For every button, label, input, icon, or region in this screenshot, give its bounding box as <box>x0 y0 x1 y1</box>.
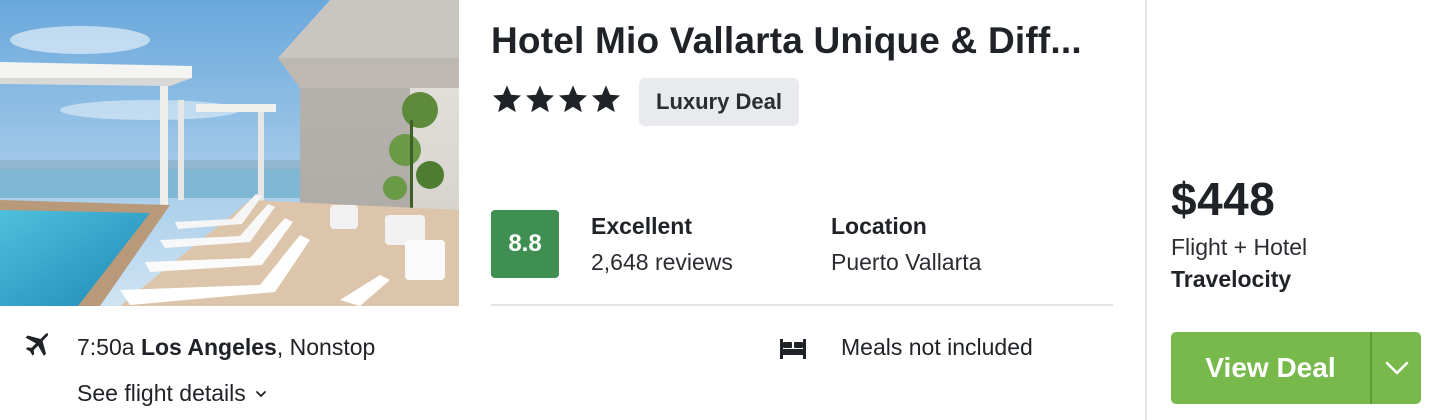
location-label: Location <box>831 213 927 239</box>
review-score-badge: 8.8 <box>491 210 559 278</box>
plane-icon <box>25 332 49 356</box>
flight-summary: 7:50a Los Angeles, Nonstop <box>77 334 375 361</box>
see-flight-details-link[interactable]: See flight details <box>77 380 268 407</box>
view-deal-button[interactable]: View Deal <box>1171 332 1370 404</box>
star-icon <box>526 85 554 113</box>
hotel-photo[interactable] <box>0 0 459 306</box>
provider-name: Travelocity <box>1171 266 1292 292</box>
star-icon <box>559 85 587 113</box>
flight-origin: Los Angeles <box>140 334 277 360</box>
meals-info: Meals not included <box>841 334 1033 360</box>
rating-label: Excellent <box>591 213 692 239</box>
location-value: Puerto Vallarta <box>831 249 982 275</box>
column-divider <box>1145 0 1147 420</box>
chevron-down-icon <box>255 390 266 397</box>
review-count[interactable]: 2,648 reviews <box>591 249 733 276</box>
chevron-down-icon <box>1385 361 1408 375</box>
divider <box>491 304 1113 306</box>
flight-details-label: See flight details <box>77 380 246 406</box>
package-type: Flight + Hotel <box>1171 234 1308 260</box>
hotel-deal-card: Hotel Mio Vallarta Unique & Diff... Luxu… <box>0 0 1440 420</box>
view-deal-button-group: View Deal <box>1171 332 1421 404</box>
bed-icon <box>780 339 806 359</box>
hotel-name[interactable]: Hotel Mio Vallarta Unique & Diff... <box>491 20 1116 62</box>
more-deals-dropdown-button[interactable] <box>1372 332 1421 404</box>
star-rating <box>491 83 622 115</box>
star-icon <box>592 85 620 113</box>
star-icon <box>493 85 521 113</box>
flight-time: 7:50a <box>77 334 135 360</box>
flight-stops: , Nonstop <box>276 334 376 360</box>
deal-price: $448 <box>1171 173 1276 225</box>
deal-type-badge: Luxury Deal <box>639 78 799 126</box>
